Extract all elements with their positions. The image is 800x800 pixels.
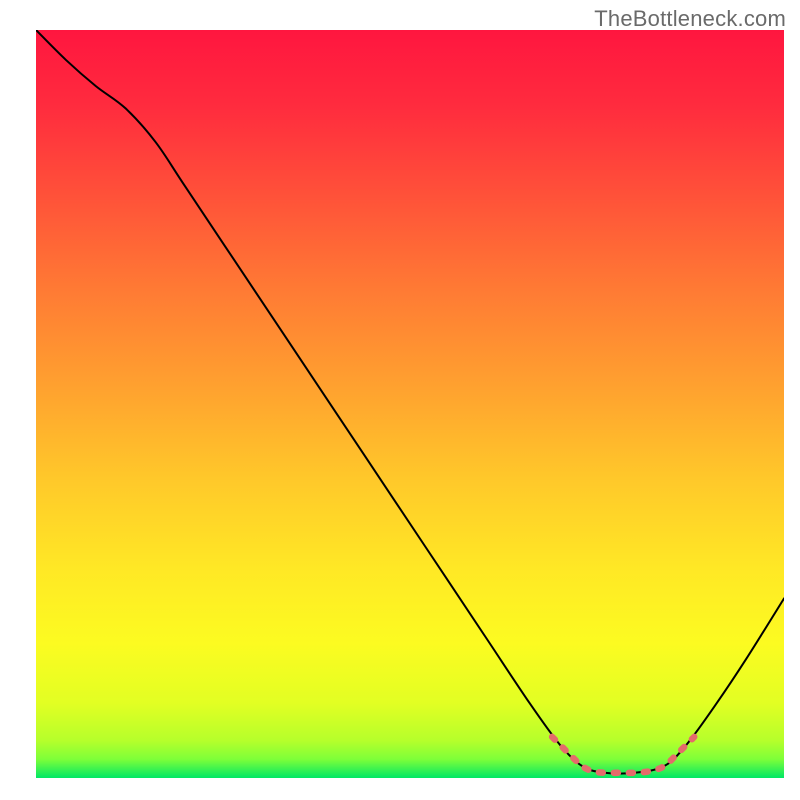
chart-stage: TheBottleneck.com (0, 0, 800, 800)
plot-background (36, 30, 784, 778)
watermark-text: TheBottleneck.com (594, 6, 786, 32)
chart-svg (0, 0, 800, 800)
